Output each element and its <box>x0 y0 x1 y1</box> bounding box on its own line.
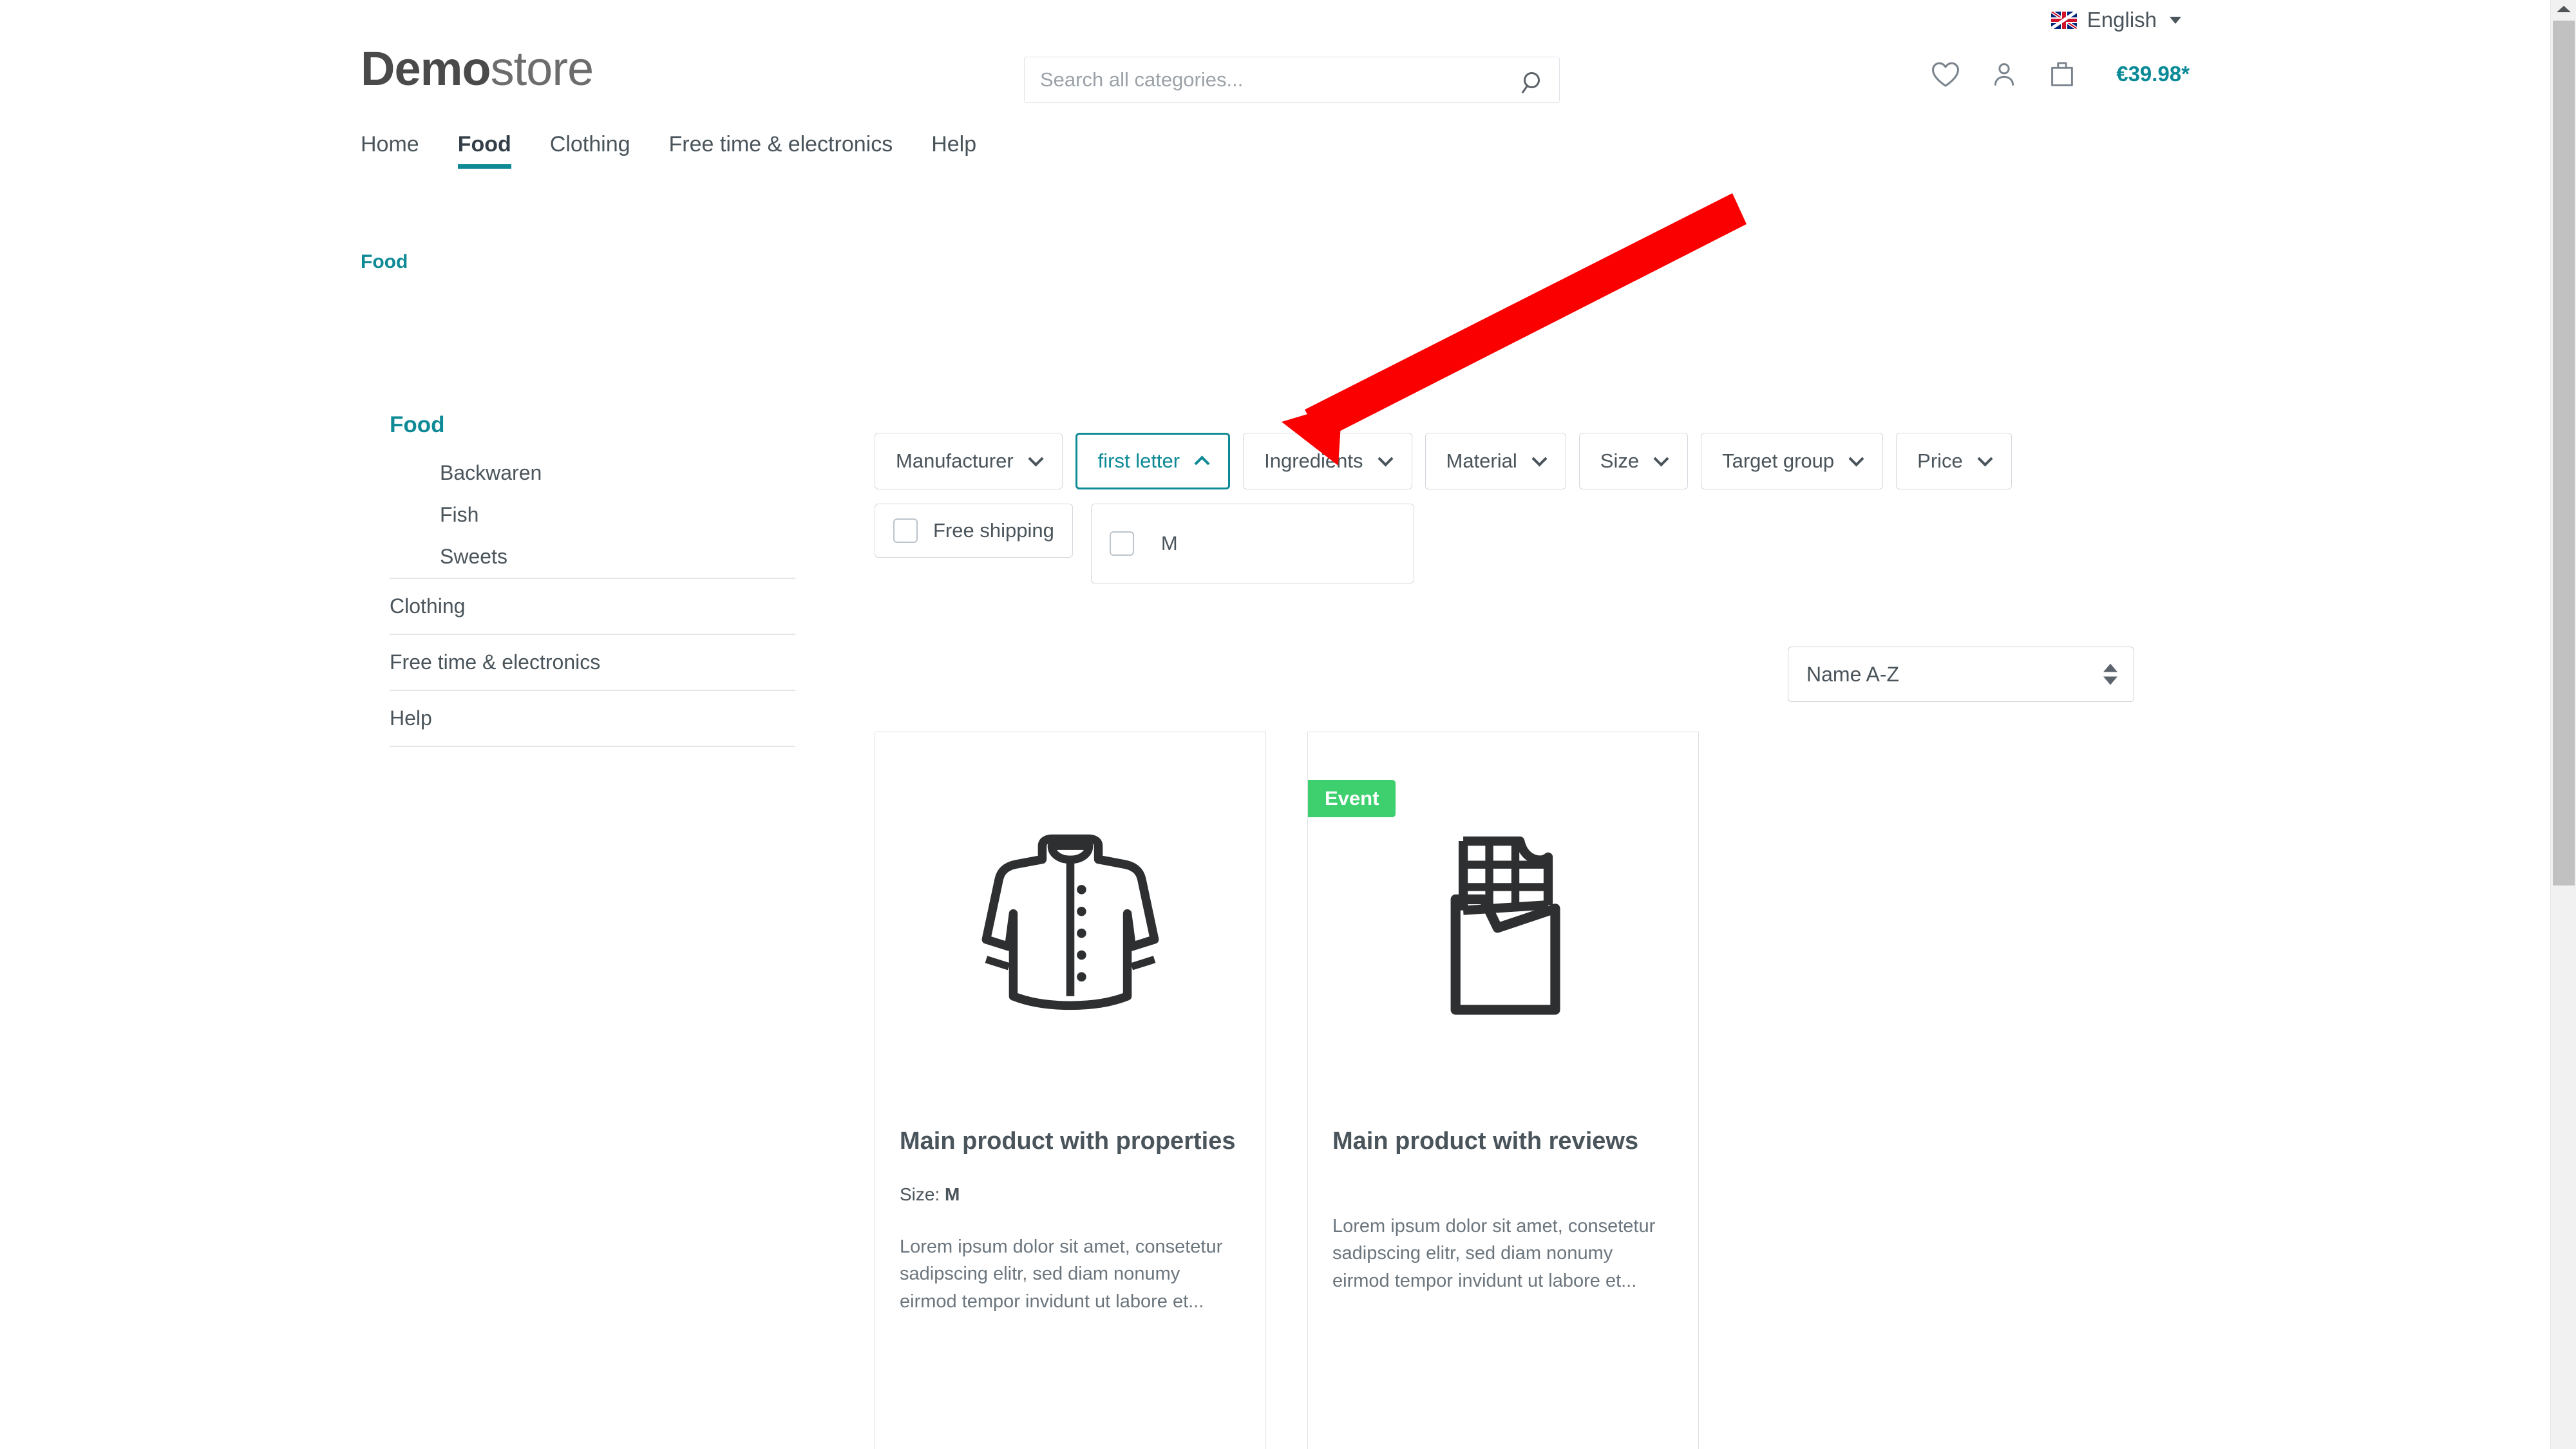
filter-ingredients-label: Ingredients <box>1264 450 1363 472</box>
filter-bar: Manufacturer first letter Ingredients Ma… <box>875 433 2012 489</box>
product-meta-value: M <box>945 1184 960 1204</box>
nav-item-home[interactable]: Home <box>361 132 419 169</box>
filter-ingredients[interactable]: Ingredients <box>1243 433 1412 489</box>
chevron-down-icon <box>1977 450 1993 467</box>
chevron-down-icon <box>1653 450 1669 467</box>
chevron-down-icon <box>1028 450 1044 467</box>
product-card[interactable]: Event Main product with reviews Lorem ip… <box>1307 732 1699 1449</box>
first-letter-option-label: M <box>1160 532 1178 554</box>
nav-item-food[interactable]: Food <box>457 132 511 169</box>
free-shipping-label: Free shipping <box>933 519 1054 542</box>
chevron-down-icon <box>1377 450 1394 467</box>
jacket-icon <box>981 834 1159 1010</box>
product-meta-label: Size: <box>900 1184 940 1204</box>
main-navigation: Home Food Clothing Free time & electroni… <box>361 132 1015 169</box>
chevron-down-icon <box>1531 450 1548 467</box>
search-bar[interactable] <box>1024 57 1560 103</box>
product-title[interactable]: Main product with properties <box>875 1086 1265 1157</box>
filter-target-group-label: Target group <box>1722 450 1835 472</box>
first-letter-option-m[interactable]: M <box>1109 531 1178 556</box>
cart-total[interactable]: €39.98* <box>2116 62 2190 86</box>
chocolate-bar-icon <box>1450 836 1560 1015</box>
breadcrumb[interactable]: Food <box>361 251 408 273</box>
filter-size[interactable]: Size <box>1578 433 1689 489</box>
sorting-control: Name A-Z <box>1788 647 2134 702</box>
heart-icon <box>1932 62 1960 87</box>
free-shipping-checkbox[interactable] <box>893 518 918 543</box>
filter-first-letter[interactable]: first letter <box>1075 433 1231 489</box>
search-button[interactable] <box>1504 57 1559 102</box>
sidebar-item-free-time[interactable]: Free time & electronics <box>390 634 795 690</box>
sidebar-item-help[interactable]: Help <box>390 690 795 747</box>
filter-bar-second-row: Free shipping M <box>875 504 1414 583</box>
product-meta: Size: M <box>875 1157 1265 1205</box>
filter-manufacturer[interactable]: Manufacturer <box>875 433 1063 489</box>
chevron-up-icon <box>1194 455 1210 471</box>
header-actions: €39.98* <box>1931 59 2190 89</box>
account-button[interactable] <box>1990 60 2018 88</box>
filter-target-group[interactable]: Target group <box>1701 433 1884 489</box>
site-logo[interactable]: Demostore <box>361 42 594 95</box>
filter-price[interactable]: Price <box>1896 433 2012 489</box>
product-card[interactable]: Main product with properties Size: M Lor… <box>875 732 1266 1449</box>
shopping-bag-icon <box>2051 62 2074 86</box>
chevron-down-icon <box>1848 450 1864 467</box>
site-header: Demostore €39.98* <box>0 0 2550 148</box>
product-meta <box>1308 1157 1698 1184</box>
nav-item-free-time[interactable]: Free time & electronics <box>669 132 893 169</box>
scroll-up-arrow-icon[interactable] <box>2556 6 2571 12</box>
nav-item-clothing[interactable]: Clothing <box>550 132 630 169</box>
scrollbar-thumb[interactable] <box>2553 21 2575 886</box>
nav-item-help[interactable]: Help <box>931 132 976 169</box>
filter-free-shipping[interactable]: Free shipping <box>875 504 1073 558</box>
category-sidebar: Food Backwaren Fish Sweets Clothing Free… <box>390 412 795 747</box>
filter-material[interactable]: Material <box>1425 433 1566 489</box>
cart-button[interactable] <box>2048 59 2076 89</box>
user-icon <box>1994 63 2014 86</box>
sidebar-item-sweets[interactable]: Sweets <box>390 536 795 578</box>
sidebar-item-food[interactable]: Food <box>390 412 795 452</box>
sidebar-item-backwaren[interactable]: Backwaren <box>390 452 795 494</box>
status-badge: Event <box>1308 780 1396 817</box>
filter-price-label: Price <box>1917 450 1963 472</box>
filter-manufacturer-label: Manufacturer <box>896 450 1014 472</box>
first-letter-option-checkbox[interactable] <box>1109 531 1134 556</box>
search-input[interactable] <box>1025 57 1504 102</box>
product-description: Lorem ipsum dolor sit amet, consetetur s… <box>1332 1215 1656 1292</box>
search-icon <box>1523 71 1540 88</box>
arrow-shape <box>1282 193 1747 466</box>
product-description: Lorem ipsum dolor sit amet, consetetur s… <box>900 1236 1223 1312</box>
filter-size-label: Size <box>1600 450 1640 472</box>
logo-bold-text: Demo <box>361 42 491 95</box>
first-letter-dropdown-panel: M <box>1090 504 1414 583</box>
logo-light-text: store <box>490 42 594 95</box>
filter-first-letter-label: first letter <box>1097 450 1180 472</box>
page-scrollbar[interactable] <box>2550 0 2576 1449</box>
product-title[interactable]: Main product with reviews <box>1308 1086 1698 1157</box>
product-image[interactable] <box>875 764 1265 1086</box>
filter-material-label: Material <box>1446 450 1517 472</box>
sidebar-item-fish[interactable]: Fish <box>390 494 795 536</box>
annotation-arrow <box>1282 193 1747 466</box>
sort-select[interactable]: Name A-Z <box>1788 647 2134 702</box>
sidebar-item-clothing[interactable]: Clothing <box>390 578 795 634</box>
wishlist-button[interactable] <box>1931 61 1960 88</box>
